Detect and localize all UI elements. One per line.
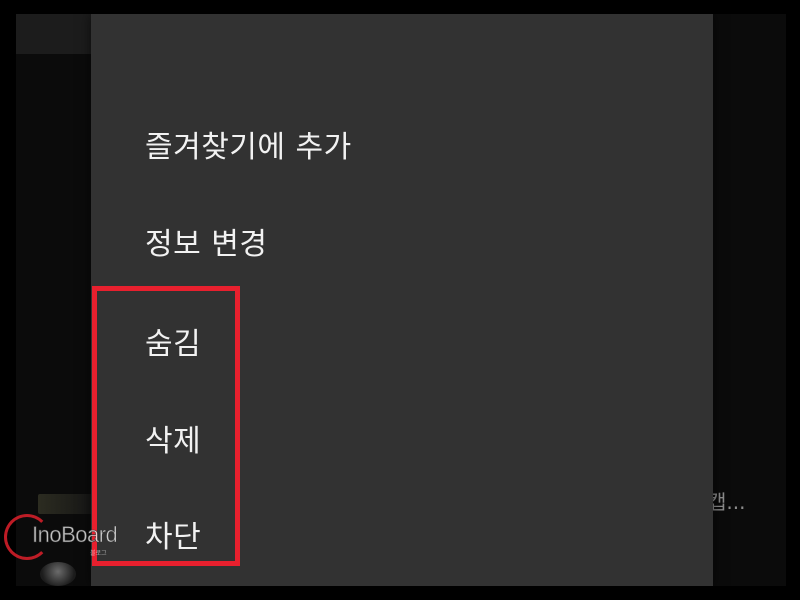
phone-screen: 캡... 즐겨찾기에 추가 정보 변경 숨김 삭제 차단 <box>16 14 786 586</box>
background-truncated-text: 캡... <box>708 490 746 514</box>
watermark-text: InoBoard <box>32 522 118 548</box>
background-chat-thumbnail <box>16 14 92 54</box>
menu-item-hide[interactable]: 숨김 <box>145 309 665 373</box>
menu-item-block[interactable]: 차단 <box>145 502 665 566</box>
menu-item-edit-info[interactable]: 정보 변경 <box>145 209 665 273</box>
menu-item-add-favorite[interactable]: 즐겨찾기에 추가 <box>145 112 665 176</box>
watermark-subtext: 블로그 <box>90 550 107 557</box>
background-avatar <box>40 562 76 586</box>
watermark-logo: InoBoard 블로그 <box>4 514 124 560</box>
background-list-thumbnail <box>38 494 94 514</box>
device-frame: 캡... 즐겨찾기에 추가 정보 변경 숨김 삭제 차단 InoBoard 블로… <box>0 0 800 600</box>
menu-item-delete[interactable]: 삭제 <box>145 406 665 470</box>
context-menu: 즐겨찾기에 추가 정보 변경 숨김 삭제 차단 <box>91 14 713 586</box>
